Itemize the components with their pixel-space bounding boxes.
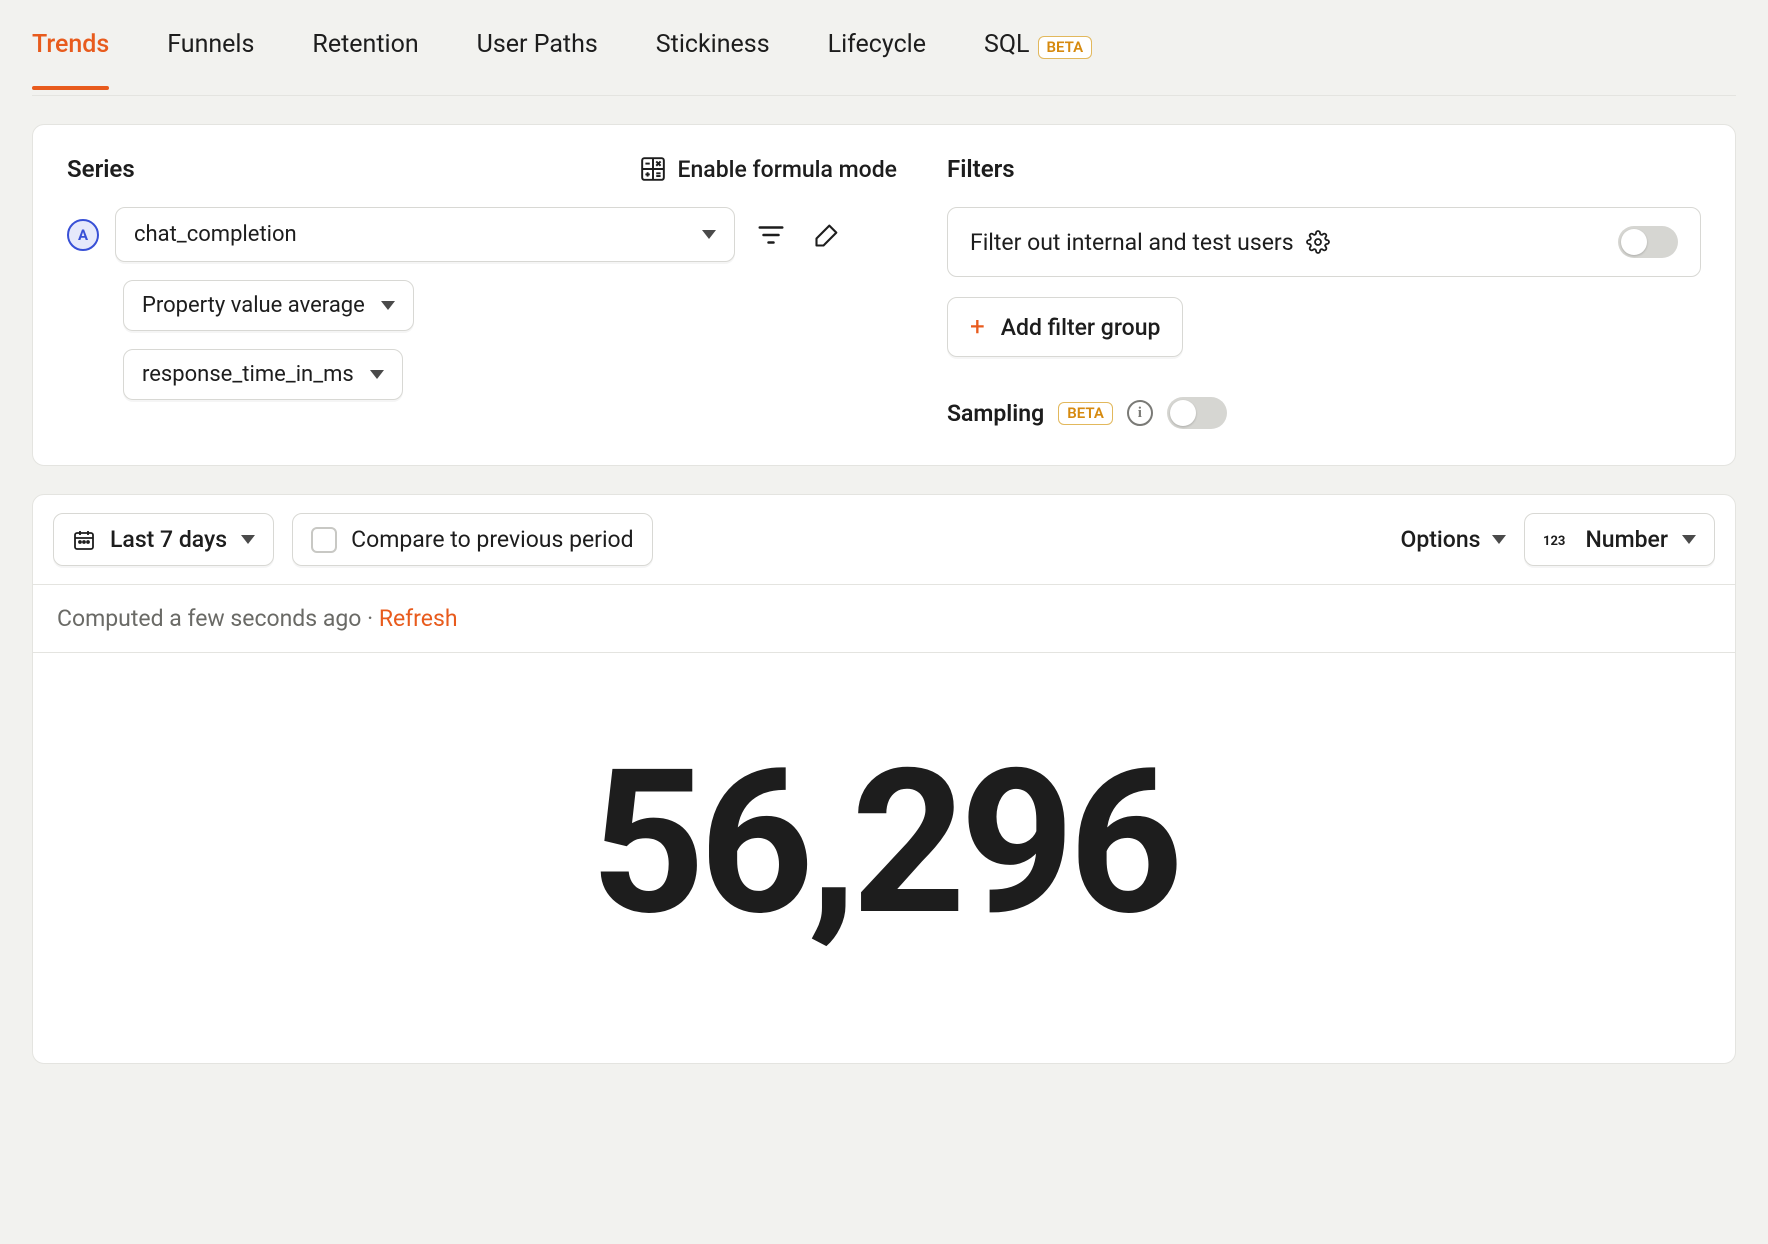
results-panel: Last 7 days Compare to previous period O…: [32, 494, 1736, 1064]
sampling-label: Sampling: [947, 400, 1044, 427]
tab-retention[interactable]: Retention: [312, 30, 418, 89]
refresh-link[interactable]: Refresh: [379, 605, 458, 632]
formula-label: Enable formula mode: [678, 156, 898, 183]
tab-stickiness[interactable]: Stickiness: [656, 30, 770, 89]
sampling-beta-badge: BETA: [1058, 402, 1113, 425]
filters-column: Filters Filter out internal and test use…: [947, 155, 1701, 429]
event-select[interactable]: chat_completion: [115, 207, 735, 262]
sql-beta-badge: BETA: [1038, 36, 1093, 59]
chevron-down-icon: [381, 301, 395, 310]
chart-type-select[interactable]: 123 Number: [1524, 513, 1715, 566]
status-bar: Computed a few seconds ago · Refresh: [33, 585, 1735, 653]
result-number: 56,296: [33, 653, 1735, 1063]
add-filter-group-label: Add filter group: [1001, 314, 1161, 341]
query-panel: Series Enable f: [32, 124, 1736, 466]
filter-internal-users-label: Filter out internal and test users: [970, 229, 1294, 256]
calendar-icon: [72, 528, 96, 552]
compare-toggle[interactable]: Compare to previous period: [292, 513, 653, 566]
info-icon[interactable]: i: [1127, 400, 1153, 426]
filter-internal-users-toggle[interactable]: [1618, 226, 1678, 258]
date-range-value: Last 7 days: [110, 526, 227, 553]
enable-formula-button[interactable]: Enable formula mode: [640, 156, 898, 183]
tab-user-paths[interactable]: User Paths: [477, 30, 598, 89]
svg-text:123: 123: [1543, 534, 1565, 549]
tab-funnels[interactable]: Funnels: [167, 30, 254, 89]
computed-text: Computed a few seconds ago: [57, 605, 361, 632]
results-toolbar: Last 7 days Compare to previous period O…: [33, 495, 1735, 585]
insight-tabs: Trends Funnels Retention User Paths Stic…: [32, 0, 1736, 96]
tab-sql-label: SQL: [984, 30, 1030, 59]
chart-type-value: Number: [1585, 526, 1668, 553]
property-select[interactable]: response_time_in_ms: [123, 349, 403, 400]
options-button[interactable]: Options: [1400, 526, 1506, 553]
chevron-down-icon: [1682, 535, 1696, 544]
date-range-select[interactable]: Last 7 days: [53, 513, 274, 566]
gear-icon[interactable]: [1306, 230, 1330, 254]
tab-lifecycle[interactable]: Lifecycle: [828, 30, 926, 89]
number-icon: 123: [1543, 530, 1571, 550]
tab-trends[interactable]: Trends: [32, 30, 109, 89]
chevron-down-icon: [702, 230, 716, 239]
status-separator: ·: [361, 605, 378, 632]
compare-label: Compare to previous period: [351, 526, 634, 553]
formula-icon: [640, 156, 666, 182]
property-value: response_time_in_ms: [142, 362, 354, 387]
aggregation-select[interactable]: Property value average: [123, 280, 414, 331]
series-title: Series: [67, 155, 135, 183]
aggregation-value: Property value average: [142, 293, 365, 318]
plus-icon: +: [970, 312, 985, 342]
add-filter-group-button[interactable]: + Add filter group: [947, 297, 1183, 357]
event-select-value: chat_completion: [134, 222, 297, 247]
filter-internal-users-row: Filter out internal and test users: [947, 207, 1701, 277]
chevron-down-icon: [241, 535, 255, 544]
chevron-down-icon: [1492, 535, 1506, 544]
tab-sql[interactable]: SQL BETA: [984, 30, 1092, 89]
rename-series-button[interactable]: [807, 215, 847, 255]
filters-title: Filters: [947, 155, 1015, 183]
series-a-row: A chat_completion: [67, 207, 897, 262]
options-label: Options: [1400, 526, 1480, 553]
sampling-toggle[interactable]: [1167, 397, 1227, 429]
series-a-badge: A: [67, 219, 99, 251]
chevron-down-icon: [370, 370, 384, 379]
compare-checkbox: [311, 527, 337, 553]
sampling-row: Sampling BETA i: [947, 397, 1701, 429]
series-column: Series Enable f: [67, 155, 897, 429]
filter-series-button[interactable]: [751, 215, 791, 255]
